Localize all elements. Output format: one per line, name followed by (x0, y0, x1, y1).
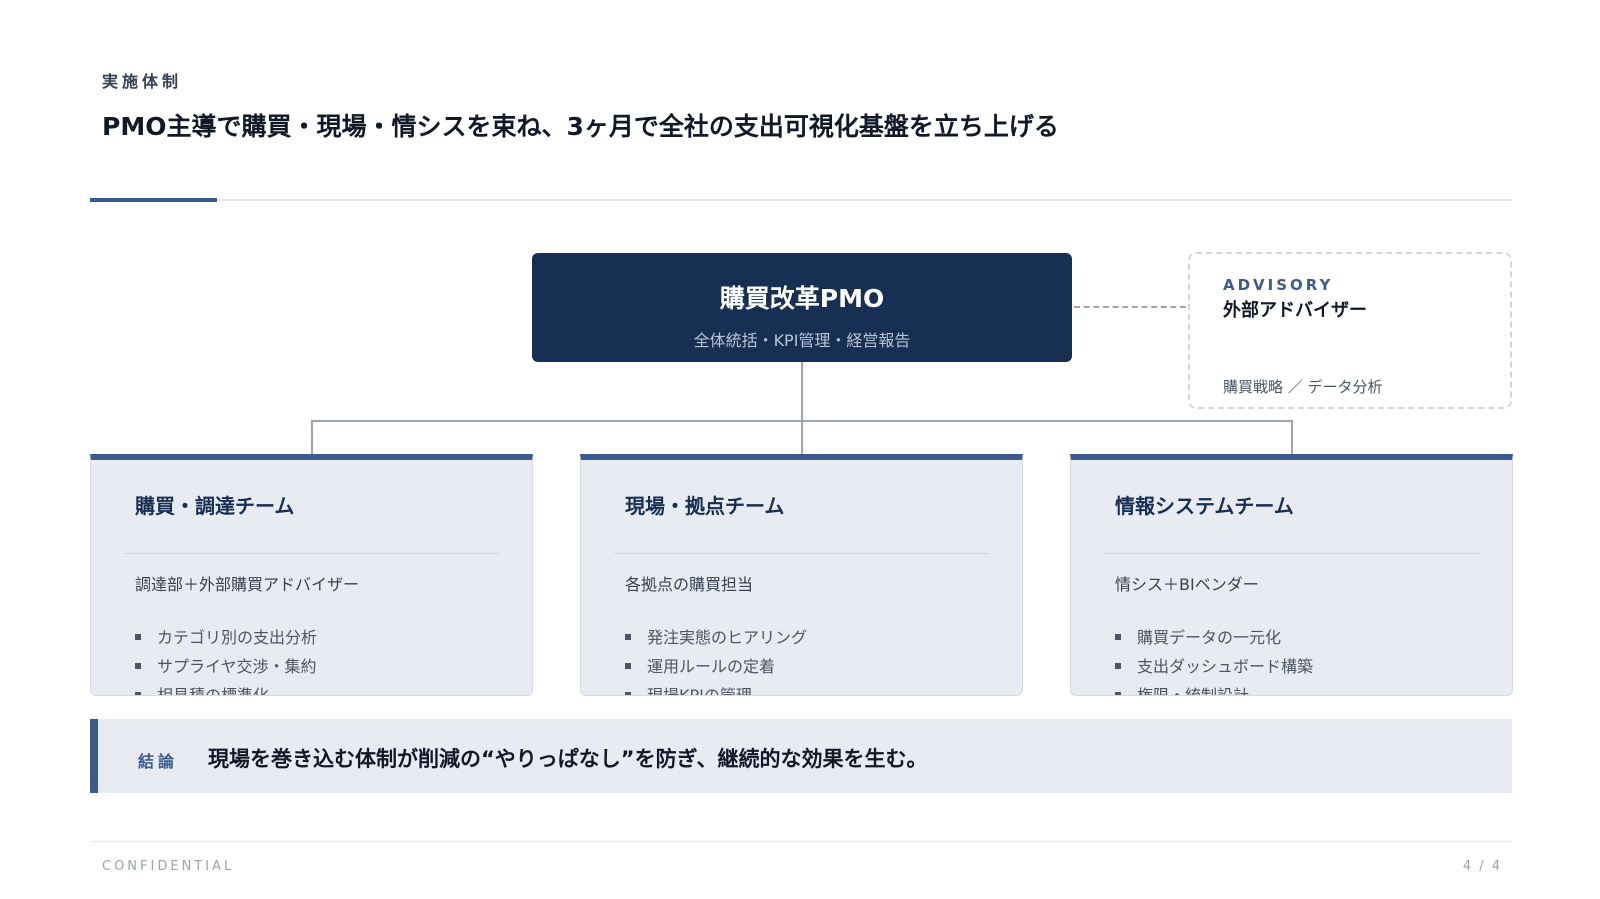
tree-right-drop (1291, 420, 1293, 456)
square-bullet-icon (1115, 691, 1121, 695)
advisory-subtitle: 購買戦略 ／ データ分析 (1223, 378, 1383, 396)
square-bullet-icon (625, 662, 631, 669)
page-title: PMO主導で購買・現場・情シスを束ね、3ヶ月で全社の支出可視化基盤を立ち上げる (102, 112, 1059, 141)
task-label: サプライヤ交渉・集約 (157, 657, 317, 676)
header-rule (90, 199, 1512, 201)
tree-left-drop (311, 420, 313, 456)
advisory-label: ADVISORY (1223, 276, 1334, 294)
page-number: 4 / 4 (1462, 859, 1502, 874)
square-bullet-icon (135, 691, 141, 695)
task-label: 購買データの一元化 (1137, 628, 1282, 647)
task-label: カテゴリ別の支出分析 (157, 628, 318, 647)
confidential-label: CONFIDENTIAL (102, 859, 235, 874)
team-card-site: 現場・拠点チーム 各拠点の購買担当 発注実態のヒアリング 運用ルールの定着 現場… (580, 454, 1023, 696)
section-kicker: 実施体制 (102, 72, 183, 91)
list-item: カテゴリ別の支出分析 (135, 623, 317, 652)
list-item: サプライヤ交渉・集約 (135, 652, 317, 681)
team-card-it: 情報システムチーム 情シス＋BIベンダー 購買データの一元化 支出ダッシュボード… (1070, 454, 1513, 696)
task-label: 現場KPIの管理 (647, 686, 752, 696)
pmo-box: 購買改革PMO 全体統括・KPI管理・経営報告 (532, 253, 1072, 362)
team-title: 購買・調達チーム (135, 494, 295, 518)
list-item: 運用ルールの定着 (625, 652, 807, 681)
square-bullet-icon (135, 633, 141, 640)
pmo-subtitle: 全体統括・KPI管理・経営報告 (693, 331, 911, 350)
team-divider (124, 553, 499, 554)
advisory-box: ADVISORY 外部アドバイザー 購買戦略 ／ データ分析 (1188, 252, 1512, 409)
team-task-list: 発注実態のヒアリング 運用ルールの定着 現場KPIの管理 (625, 623, 807, 696)
tree-horizontal-line (311, 420, 1293, 422)
task-label: 運用ルールの定着 (647, 657, 776, 676)
pmo-title: 購買改革PMO (719, 284, 885, 313)
task-label: 相見積の標準化 (157, 686, 270, 696)
square-bullet-icon (135, 662, 141, 669)
team-members: 情シス＋BIベンダー (1115, 575, 1259, 594)
team-members: 各拠点の購買担当 (625, 575, 754, 594)
square-bullet-icon (1115, 633, 1121, 640)
square-bullet-icon (625, 691, 631, 695)
square-bullet-icon (1115, 662, 1121, 669)
list-item: 現場KPIの管理 (625, 681, 807, 696)
list-item: 権限・統制設計 (1115, 681, 1313, 696)
list-item: 購買データの一元化 (1115, 623, 1313, 652)
task-label: 発注実態のヒアリング (647, 628, 808, 647)
footer-rule (90, 841, 1512, 842)
tree-vertical-line (801, 362, 803, 456)
team-task-list: カテゴリ別の支出分析 サプライヤ交渉・集約 相見積の標準化 (135, 623, 317, 696)
team-title: 情報システムチーム (1115, 494, 1294, 518)
team-title: 現場・拠点チーム (625, 494, 785, 518)
list-item: 発注実態のヒアリング (625, 623, 807, 652)
team-card-procurement: 購買・調達チーム 調達部＋外部購買アドバイザー カテゴリ別の支出分析 サプライヤ… (90, 454, 533, 696)
task-label: 権限・統制設計 (1137, 686, 1250, 696)
team-members: 調達部＋外部購買アドバイザー (135, 575, 360, 594)
header-rule-accent (90, 198, 217, 202)
team-task-list: 購買データの一元化 支出ダッシュボード構築 権限・統制設計 (1115, 623, 1313, 696)
advisory-connector (1074, 306, 1186, 308)
conclusion-text: 現場を巻き込む体制が削減の“やりっぱなし”を防ぎ、継続的な効果を生む。 (208, 747, 928, 771)
team-divider (1104, 553, 1479, 554)
task-label: 支出ダッシュボード構築 (1137, 657, 1314, 676)
team-divider (614, 553, 989, 554)
list-item: 相見積の標準化 (135, 681, 317, 696)
advisory-title: 外部アドバイザー (1223, 300, 1367, 321)
conclusion-label: 結論 (138, 752, 179, 771)
square-bullet-icon (625, 633, 631, 640)
conclusion-banner: 結論 現場を巻き込む体制が削減の“やりっぱなし”を防ぎ、継続的な効果を生む。 (90, 719, 1512, 793)
list-item: 支出ダッシュボード構築 (1115, 652, 1313, 681)
